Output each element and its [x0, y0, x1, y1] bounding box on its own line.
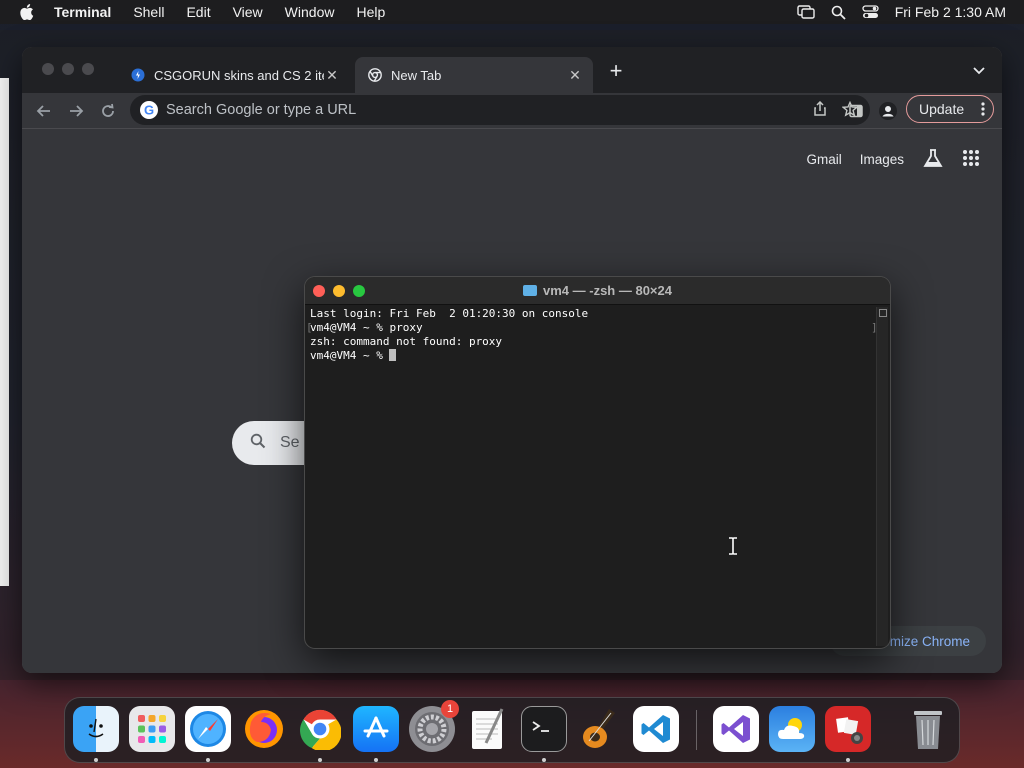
new-tab-plus-icon[interactable]: +: [606, 60, 626, 82]
update-button[interactable]: Update: [906, 95, 994, 123]
tab-title: CSGORUN skins and CS 2 item: [154, 67, 324, 83]
terminal-icon[interactable]: [521, 706, 567, 752]
tab-csgorun[interactable]: CSGORUN skins and CS 2 item ✕: [118, 57, 350, 93]
running-indicator: [542, 758, 546, 762]
reload-icon[interactable]: [98, 101, 118, 121]
running-indicator: [374, 758, 378, 762]
ntp-search-placeholder: Se: [280, 434, 300, 451]
menubar-clock[interactable]: Fri Feb 2 1:30 AM: [895, 4, 1006, 20]
tab-strip: CSGORUN skins and CS 2 item ✕ New Tab ✕ …: [22, 47, 1002, 93]
tab-close-icon[interactable]: ✕: [567, 67, 583, 83]
minimize-window-button[interactable]: [62, 63, 74, 75]
chrome-icon[interactable]: [297, 706, 343, 752]
images-link[interactable]: Images: [860, 152, 904, 167]
split-pane-icon[interactable]: [879, 309, 887, 317]
safari-icon[interactable]: [185, 706, 231, 752]
garageband-icon[interactable]: [577, 706, 623, 752]
weather-icon[interactable]: [769, 706, 815, 752]
terminal-line: vm4@VM4 ~ % proxy: [310, 321, 423, 334]
notification-badge: 1: [441, 700, 459, 718]
settings-icon[interactable]: 1: [409, 700, 459, 752]
terminal-line: zsh: command not found: proxy: [310, 335, 503, 348]
trash-icon[interactable]: [905, 706, 951, 752]
photobooth-icon[interactable]: [825, 706, 871, 752]
ibeam-cursor-icon: [727, 537, 739, 555]
forward-arrow-icon[interactable]: [66, 101, 86, 121]
terminal-window[interactable]: vm4 — -zsh — 80×24 [ ] Last login: Fri F…: [305, 277, 890, 648]
update-label: Update: [919, 101, 965, 117]
dock-separator: [696, 710, 697, 750]
terminal-prompt-line[interactable]: vm4@VM4 ~ %: [310, 349, 870, 363]
vscode-icon[interactable]: [633, 706, 679, 752]
dock: 1: [64, 697, 960, 763]
running-indicator: [846, 758, 850, 762]
zoom-window-button[interactable]: [82, 63, 94, 75]
ntp-top-links: Gmail Images: [806, 147, 980, 172]
tab-search-chevron-icon[interactable]: [972, 63, 988, 79]
menu-shell[interactable]: Shell: [133, 4, 164, 20]
menu-bar: Terminal Shell Edit View Window Help Fri…: [0, 0, 1024, 24]
terminal-title-text: vm4 — -zsh — 80×24: [543, 283, 672, 298]
close-window-button[interactable]: [42, 63, 54, 75]
firefox-icon[interactable]: [241, 706, 287, 752]
side-panel-icon[interactable]: [846, 101, 866, 121]
csgorun-favicon-icon: [130, 67, 146, 83]
running-indicator: [206, 758, 210, 762]
terminal-scrollbar[interactable]: [876, 307, 888, 646]
appstore-icon[interactable]: [353, 706, 399, 752]
launchpad-icon[interactable]: [129, 706, 175, 752]
menu-view[interactable]: View: [233, 4, 263, 20]
running-indicator: [94, 758, 98, 762]
labs-flask-icon[interactable]: [922, 147, 944, 172]
tab-new-tab[interactable]: New Tab ✕: [355, 57, 593, 93]
control-center-icon[interactable]: [862, 5, 879, 19]
spotlight-search-icon[interactable]: [831, 5, 846, 20]
ntp-search-icon: [250, 433, 266, 454]
menu-app-name[interactable]: Terminal: [54, 4, 111, 20]
folder-icon: [523, 285, 537, 296]
menu-help[interactable]: Help: [356, 4, 385, 20]
google-g-icon: G: [140, 101, 158, 119]
kebab-menu-icon[interactable]: [981, 101, 985, 117]
chrome-favicon-icon: [367, 67, 383, 83]
terminal-line: Last login: Fri Feb 2 01:20:30 on consol…: [310, 307, 589, 320]
chrome-toolbar: G Update: [22, 93, 1002, 129]
back-arrow-icon[interactable]: [34, 101, 54, 121]
menu-window[interactable]: Window: [285, 4, 335, 20]
finder-icon[interactable]: [73, 706, 119, 752]
gmail-link[interactable]: Gmail: [806, 152, 841, 167]
background-window-edge: [0, 78, 9, 586]
apple-icon[interactable]: [18, 3, 36, 21]
terminal-output[interactable]: Last login: Fri Feb 2 01:20:30 on consol…: [310, 307, 870, 642]
textedit-icon[interactable]: [465, 706, 511, 752]
svg-text:G: G: [144, 103, 154, 118]
screen-mirroring-icon[interactable]: [797, 5, 815, 19]
visualstudio-icon[interactable]: [713, 706, 759, 752]
terminal-prompt: vm4@VM4 ~ %: [310, 349, 390, 362]
tab-title: New Tab: [391, 67, 442, 83]
share-icon[interactable]: [812, 100, 828, 122]
tab-close-icon[interactable]: ✕: [324, 67, 340, 83]
chrome-window-controls: [42, 63, 94, 75]
profile-avatar-icon[interactable]: [878, 101, 898, 121]
terminal-title: vm4 — -zsh — 80×24: [305, 283, 890, 298]
omnibox-input[interactable]: [166, 102, 870, 118]
terminal-title-bar[interactable]: vm4 — -zsh — 80×24: [305, 277, 890, 305]
menu-edit[interactable]: Edit: [186, 4, 210, 20]
google-apps-grid-icon[interactable]: [962, 149, 980, 170]
omnibox: G: [130, 95, 870, 125]
running-indicator: [318, 758, 322, 762]
terminal-cursor: [389, 349, 397, 361]
